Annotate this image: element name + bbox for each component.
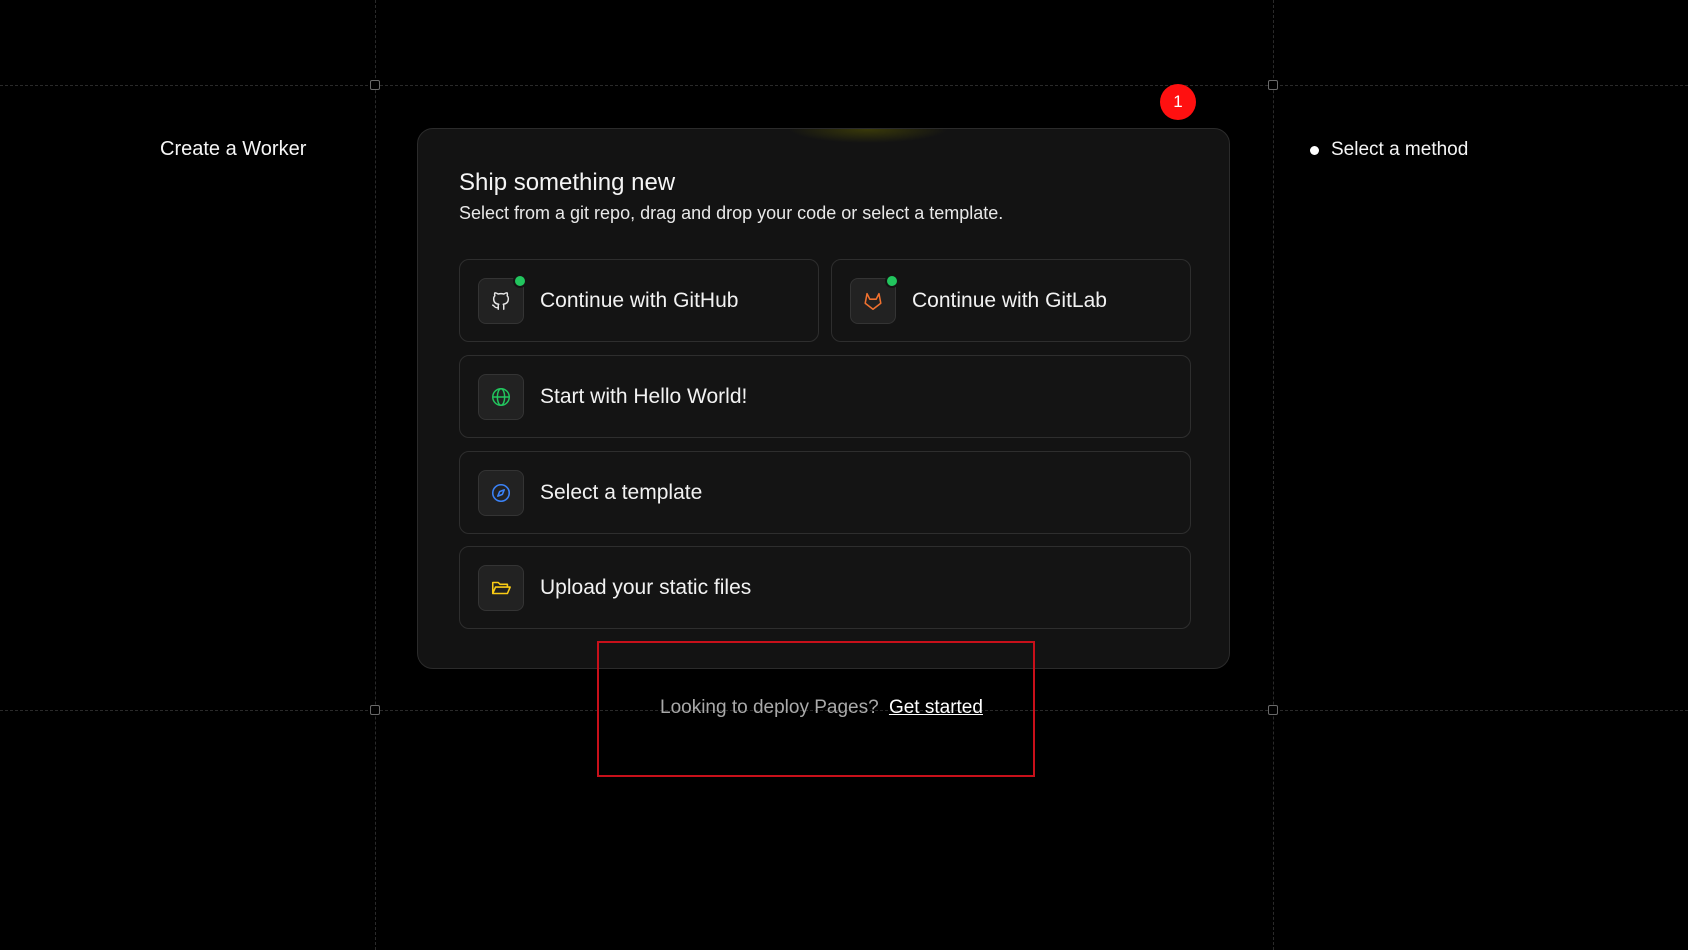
step-label: Select a method [1331,139,1469,160]
globe-icon [492,387,510,406]
upload-static-files-button[interactable]: Upload your static files [459,546,1191,629]
corner-handle [1268,80,1278,90]
pages-prompt-text: Looking to deploy Pages? [660,697,879,718]
connected-status-dot [885,273,899,288]
card-glow [788,129,948,143]
gitlab-icon [864,292,882,310]
github-icon [492,291,510,310]
option-label: Continue with GitHub [540,288,739,312]
get-started-link[interactable]: Get started [889,697,983,718]
page: Create a Worker Select a method Ship som… [0,0,1688,950]
guide-line [1273,0,1274,950]
compass-icon [491,483,511,502]
card-subtitle: Select from a git repo, drag and drop yo… [459,203,1004,223]
corner-handle [370,80,380,90]
option-label: Upload your static files [540,575,752,599]
page-title: Create a Worker [160,138,307,160]
hello-world-button[interactable]: Start with Hello World! [459,355,1191,438]
option-label: Select a template [540,480,703,504]
ship-card: Ship something new Select from a git rep… [417,128,1230,669]
annotation-badge: 1 [1160,84,1196,120]
option-label: Start with Hello World! [540,384,748,408]
step-bullet-icon [1310,145,1319,155]
globe-icon-box [478,373,524,420]
guide-line [375,0,376,950]
step-list: Select a method [1310,139,1468,161]
continue-gitlab-button[interactable]: Continue with GitLab [831,259,1191,342]
corner-handle [370,705,380,715]
folder-icon-box [478,564,524,611]
folder-icon [491,581,511,594]
select-template-button[interactable]: Select a template [459,451,1191,534]
option-label: Continue with GitLab [912,288,1107,312]
gitlab-icon-box [850,273,899,324]
github-icon-box [478,273,527,324]
connected-status-dot [513,273,527,288]
compass-icon-box [478,469,524,516]
pages-prompt: Looking to deploy Pages? Get started [660,697,983,719]
guide-line [0,85,1688,86]
card-title: Ship something new [459,169,676,196]
corner-handle [1268,705,1278,715]
continue-github-button[interactable]: Continue with GitHub [459,259,819,342]
